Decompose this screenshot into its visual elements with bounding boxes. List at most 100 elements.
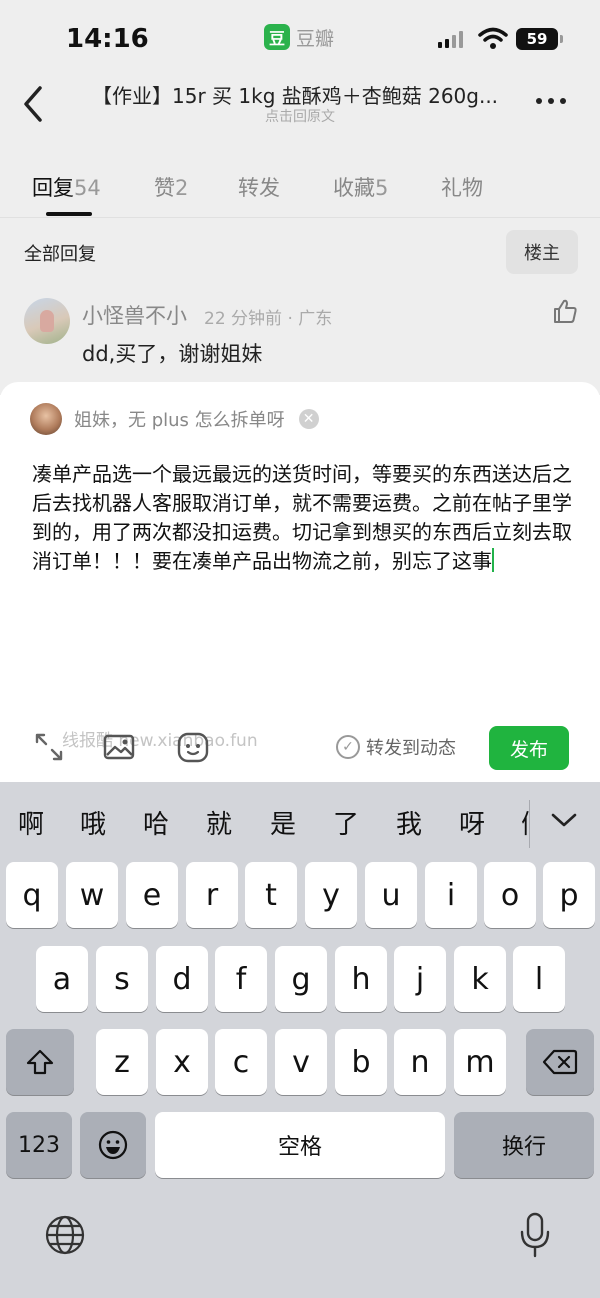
candidate-word[interactable]: 们 <box>521 804 529 841</box>
watermark-text: 线报酷 new.xianbao.fun <box>62 731 258 751</box>
tab-label: 收藏 <box>333 176 375 200</box>
reply-section-header: 全部回复 楼主 <box>0 230 600 274</box>
image-icon[interactable] <box>102 730 136 764</box>
tab-label: 赞 <box>154 176 175 200</box>
key-d[interactable]: d <box>156 946 208 1012</box>
collapse-icon[interactable] <box>550 810 578 830</box>
key-n[interactable]: n <box>394 1029 446 1095</box>
key-v[interactable]: v <box>275 1029 327 1095</box>
key-u[interactable]: u <box>365 862 417 928</box>
key-f[interactable]: f <box>215 946 267 1012</box>
tab-replies[interactable]: 回复54 <box>32 172 101 202</box>
wifi-icon <box>478 27 508 49</box>
post-title[interactable]: 【作业】15r 买 1kg 盐酥鸡＋杏鲍菇 260g... <box>92 80 508 109</box>
shift-icon <box>26 1049 54 1075</box>
comment-meta: 22 分钟前 · 广东 <box>204 309 333 329</box>
return-key[interactable]: 换行 <box>454 1112 594 1178</box>
emoji-key-icon <box>98 1130 128 1160</box>
candidate-word[interactable]: 哈 <box>143 804 169 841</box>
post-page-background: 14:16 豆 豆瓣 59 【作业】15r 买 1kg 盐酥鸡＋杏鲍菇 260g… <box>0 0 600 395</box>
reply-target-text: 姐妹，无 plus 怎么拆单呀 <box>74 410 285 431</box>
tab-likes[interactable]: 赞2 <box>154 172 188 202</box>
battery-tip <box>560 35 563 43</box>
key-r[interactable]: r <box>186 862 238 928</box>
reply-target: 姐妹，无 plus 怎么拆单呀 ✕ <box>30 402 319 436</box>
key-x[interactable]: x <box>156 1029 208 1095</box>
key-m[interactable]: m <box>454 1029 506 1095</box>
op-only-button[interactable]: 楼主 <box>506 230 578 274</box>
key-e[interactable]: e <box>126 862 178 928</box>
tab-reposts[interactable]: 转发 <box>238 172 280 202</box>
emoji-key[interactable] <box>80 1112 146 1178</box>
like-icon[interactable] <box>552 298 578 324</box>
publish-button[interactable]: 发布 <box>489 726 569 770</box>
battery-icon: 59 <box>516 28 558 50</box>
delete-icon <box>542 1049 578 1075</box>
douban-logo-icon: 豆 <box>264 24 290 50</box>
candidate-word[interactable]: 呀 <box>459 804 485 841</box>
key-p[interactable]: p <box>543 862 595 928</box>
nav-bar: 【作业】15r 买 1kg 盐酥鸡＋杏鲍菇 260g... 点击回原文 <box>0 78 600 134</box>
delete-key[interactable] <box>526 1029 594 1095</box>
key-y[interactable]: y <box>305 862 357 928</box>
key-i[interactable]: i <box>425 862 477 928</box>
comment-item[interactable]: 小怪兽不小 22 分钟前 · 广东 dd,买了，谢谢姐妹 <box>0 296 600 376</box>
candidate-word[interactable]: 哦 <box>80 804 106 841</box>
comment-text: dd,买了，谢谢姐妹 <box>82 342 263 366</box>
status-bar: 14:16 豆 豆瓣 59 <box>0 0 600 78</box>
tab-label: 转发 <box>238 176 280 200</box>
composer-toolbar: 线报酷 new.xianbao.fun ✓ 转发到动态 发布 <box>0 722 600 772</box>
key-o[interactable]: o <box>484 862 536 928</box>
avatar[interactable] <box>24 298 70 344</box>
key-c[interactable]: c <box>215 1029 267 1095</box>
more-icon[interactable] <box>536 98 566 104</box>
repost-label: 转发到动态 <box>366 738 456 759</box>
globe-icon[interactable] <box>44 1214 86 1256</box>
avatar <box>30 403 62 435</box>
key-a[interactable]: a <box>36 946 88 1012</box>
key-j[interactable]: j <box>394 946 446 1012</box>
mic-icon[interactable] <box>518 1212 552 1258</box>
repost-toggle[interactable]: ✓ 转发到动态 <box>336 734 456 760</box>
tab-label: 回复 <box>32 176 74 200</box>
back-to-post-link[interactable]: 点击回原文 <box>92 106 508 126</box>
candidate-word[interactable]: 就 <box>206 804 232 841</box>
clear-icon[interactable]: ✕ <box>298 409 319 429</box>
tab-count: 54 <box>74 176 101 200</box>
tab-count: 5 <box>375 176 389 200</box>
numbers-key[interactable]: 123 <box>6 1112 72 1178</box>
text-cursor <box>492 548 494 572</box>
reply-input[interactable]: 凑单产品选一个最远最远的送货时间，等要买的东西送达后之后去找机器人客服取消订单，… <box>32 460 572 576</box>
shift-key[interactable] <box>6 1029 74 1095</box>
candidate-word[interactable]: 了 <box>333 804 359 841</box>
key-g[interactable]: g <box>275 946 327 1012</box>
key-s[interactable]: s <box>96 946 148 1012</box>
check-icon[interactable]: ✓ <box>336 735 360 759</box>
emoji-icon[interactable] <box>176 730 210 764</box>
key-w[interactable]: w <box>66 862 118 928</box>
app-badge: 豆 豆瓣 <box>264 24 334 50</box>
tab-gifts[interactable]: 礼物 <box>441 172 483 202</box>
app-name: 豆瓣 <box>296 27 335 50</box>
active-tab-indicator <box>46 212 92 216</box>
key-q[interactable]: q <box>6 862 58 928</box>
expand-icon[interactable] <box>32 730 66 764</box>
candidate-word[interactable]: 啊 <box>18 804 44 841</box>
comment-username[interactable]: 小怪兽不小 <box>82 300 187 330</box>
key-t[interactable]: t <box>245 862 297 928</box>
back-icon[interactable] <box>20 84 50 124</box>
key-k[interactable]: k <box>454 946 506 1012</box>
key-z[interactable]: z <box>96 1029 148 1095</box>
tab-count: 2 <box>175 176 189 200</box>
reply-input-text: 凑单产品选一个最远最远的送货时间，等要买的东西送达后之后去找机器人客服取消订单，… <box>32 462 572 573</box>
reply-composer: 姐妹，无 plus 怎么拆单呀 ✕ 凑单产品选一个最远最远的送货时间，等要买的东… <box>0 382 600 782</box>
signal-icon <box>438 30 463 48</box>
tab-collections[interactable]: 收藏5 <box>333 172 388 202</box>
keyboard: 啊 哦 哈 就 是 了 我 呀 们 q w e r t y u i o p a … <box>0 782 600 1298</box>
key-b[interactable]: b <box>335 1029 387 1095</box>
candidate-word[interactable]: 是 <box>270 804 296 841</box>
key-h[interactable]: h <box>335 946 387 1012</box>
candidate-word[interactable]: 我 <box>396 804 422 841</box>
space-key[interactable]: 空格 <box>155 1112 445 1178</box>
key-l[interactable]: l <box>513 946 565 1012</box>
